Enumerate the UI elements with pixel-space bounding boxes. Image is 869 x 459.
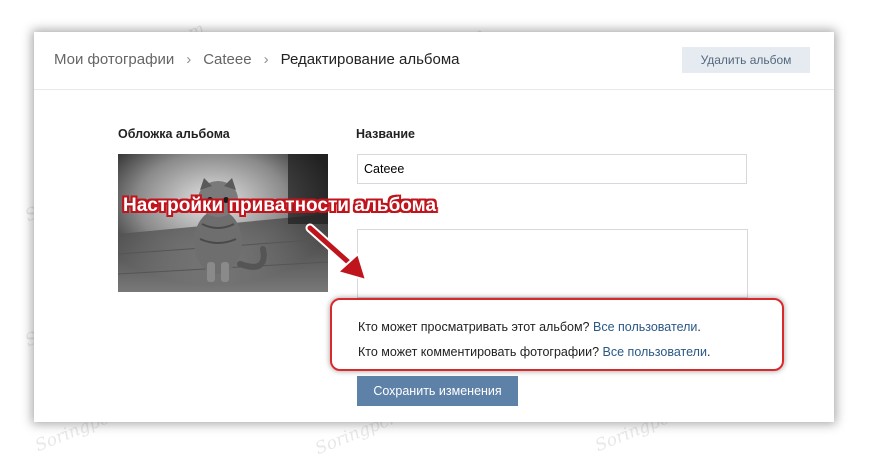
breadcrumb: Мои фотографии › Cateee › Редактирование… <box>54 51 460 68</box>
breadcrumb-album[interactable]: Cateee <box>203 51 251 68</box>
album-description-textarea[interactable] <box>357 229 748 298</box>
comment-privacy-label: Кто может комментировать фотографии? <box>358 345 600 359</box>
album-edit-panel: Мои фотографии › Cateee › Редактирование… <box>34 32 834 422</box>
comment-privacy-row: Кто может комментировать фотографии? Все… <box>358 345 710 359</box>
delete-album-button[interactable]: Удалить альбом <box>682 47 810 73</box>
cover-label: Обложка альбома <box>118 127 230 141</box>
view-privacy-link[interactable]: Все пользователи <box>593 320 697 334</box>
view-privacy-period: . <box>697 320 701 334</box>
view-privacy-row: Кто может просматривать этот альбом? Все… <box>358 320 701 334</box>
album-cover-image[interactable] <box>118 154 328 292</box>
page-header: Мои фотографии › Cateee › Редактирование… <box>34 32 834 90</box>
chevron-right-icon: › <box>263 51 269 68</box>
privacy-settings-highlight: Кто может просматривать этот альбом? Все… <box>330 298 784 371</box>
comment-privacy-link[interactable]: Все пользователи <box>603 345 707 359</box>
breadcrumb-my-photos[interactable]: Мои фотографии <box>54 51 174 68</box>
page-title: Редактирование альбома <box>280 51 460 68</box>
comment-privacy-period: . <box>706 345 711 359</box>
cat-photo <box>118 154 328 292</box>
annotation-label: Настройки приватности альбома <box>123 195 437 216</box>
view-privacy-label: Кто может просматривать этот альбом? <box>358 320 590 334</box>
save-changes-button[interactable]: Сохранить изменения <box>357 376 518 406</box>
chevron-right-icon: › <box>186 51 192 68</box>
annotation-arrow-icon <box>305 223 368 282</box>
name-label: Название <box>356 127 416 141</box>
album-name-input[interactable] <box>357 154 747 184</box>
